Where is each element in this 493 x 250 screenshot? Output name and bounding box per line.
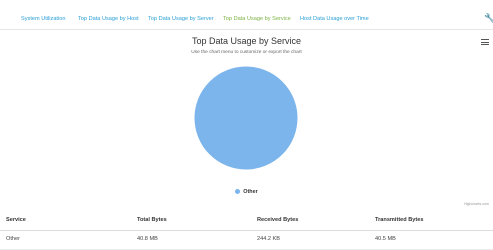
chart-credits[interactable]: Highcharts.com	[464, 202, 489, 206]
legend-item-label: Other	[243, 189, 258, 195]
chart-legend[interactable]: Other	[0, 189, 493, 195]
table-header-row: Service Total Bytes Received Bytes Trans…	[0, 212, 493, 231]
column-header-service: Service	[6, 217, 26, 223]
column-header-transmitted-bytes: Transmitted Bytes	[375, 217, 424, 223]
data-table: Service Total Bytes Received Bytes Trans…	[0, 212, 493, 250]
pie-slice-other[interactable]	[193, 65, 299, 171]
cell-total-bytes: 40.8 MB	[137, 236, 158, 242]
cell-received-bytes: 244.2 KB	[257, 236, 281, 242]
pie-chart	[193, 65, 299, 171]
legend-marker-icon	[235, 189, 241, 195]
table-row: Other 40.8 MB 244.2 KB 40.5 MB	[0, 231, 493, 250]
cell-transmitted-bytes: 40.5 MB	[375, 236, 396, 242]
column-header-total-bytes: Total Bytes	[137, 217, 167, 223]
cell-service: Other	[6, 236, 20, 242]
column-header-received-bytes: Received Bytes	[257, 217, 299, 223]
